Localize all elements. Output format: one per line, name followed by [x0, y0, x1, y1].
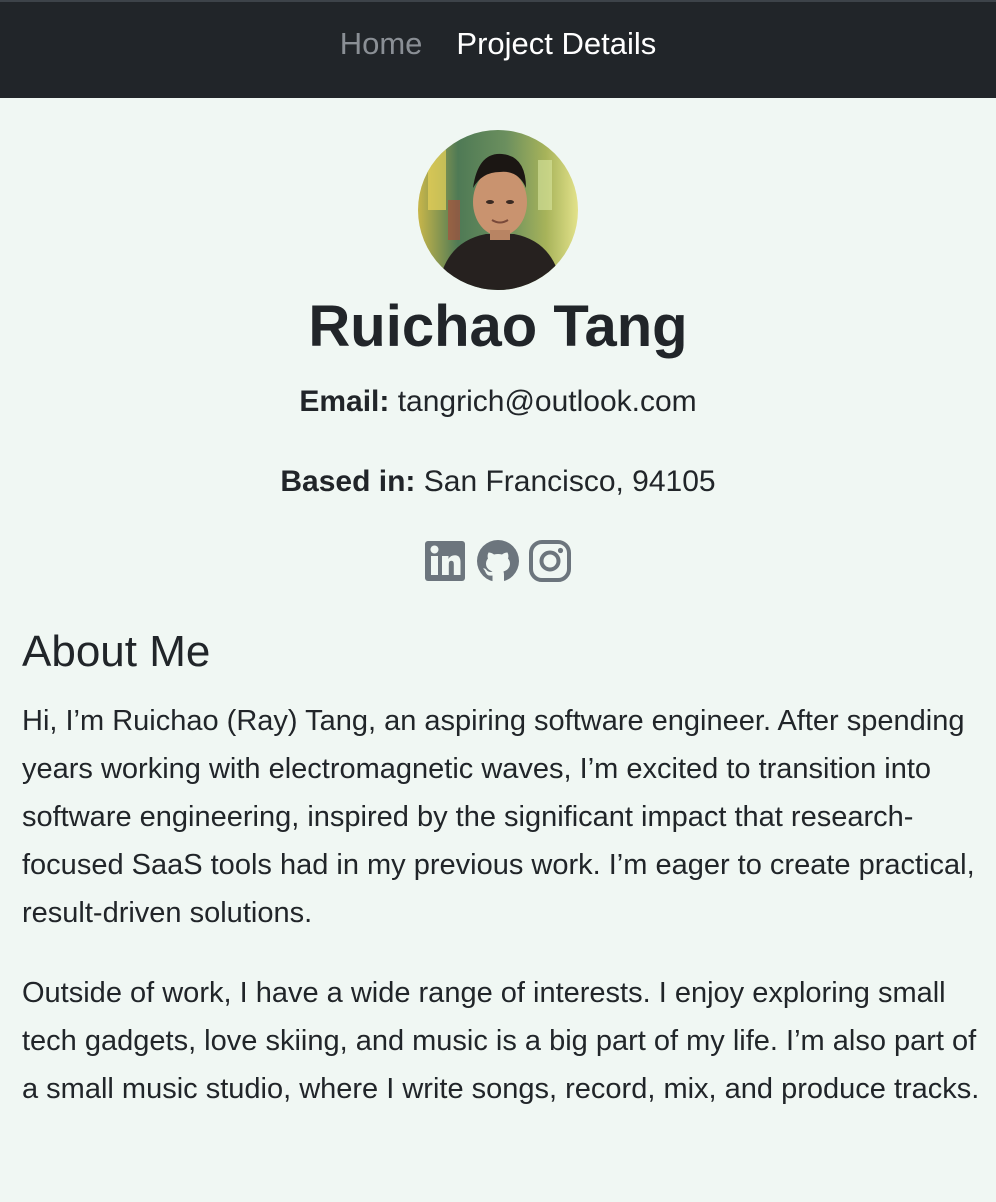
linkedin-link[interactable]	[423, 538, 469, 584]
github-link[interactable]	[475, 538, 521, 584]
avatar	[418, 130, 578, 290]
social-links	[0, 538, 996, 584]
email-line: Email: tangrich@outlook.com	[0, 382, 996, 422]
location-value: San Francisco, 94105	[423, 465, 716, 498]
nav-links: Home Project Details	[0, 24, 996, 64]
instagram-icon	[529, 540, 571, 582]
avatar-photo	[418, 130, 578, 290]
location-label: Based in:	[280, 465, 416, 498]
about-paragraph-1: Hi, I’m Ruichao (Ray) Tang, an aspiring …	[22, 705, 975, 929]
profile-name: Ruichao Tang	[308, 294, 688, 359]
nav-home-link[interactable]: Home	[340, 24, 423, 64]
email-label: Email:	[299, 385, 390, 418]
navbar: Home Project Details	[0, 0, 996, 98]
email-value: tangrich@outlook.com	[397, 385, 697, 418]
github-icon	[477, 540, 519, 582]
nav-project-details-link[interactable]: Project Details	[456, 24, 656, 64]
location-line: Based in: San Francisco, 94105	[0, 462, 996, 502]
linkedin-icon	[425, 541, 465, 581]
instagram-link[interactable]	[527, 538, 573, 584]
about-paragraph-2: Outside of work, I have a wide range of …	[22, 977, 980, 1105]
about-title: About Me	[22, 627, 211, 676]
